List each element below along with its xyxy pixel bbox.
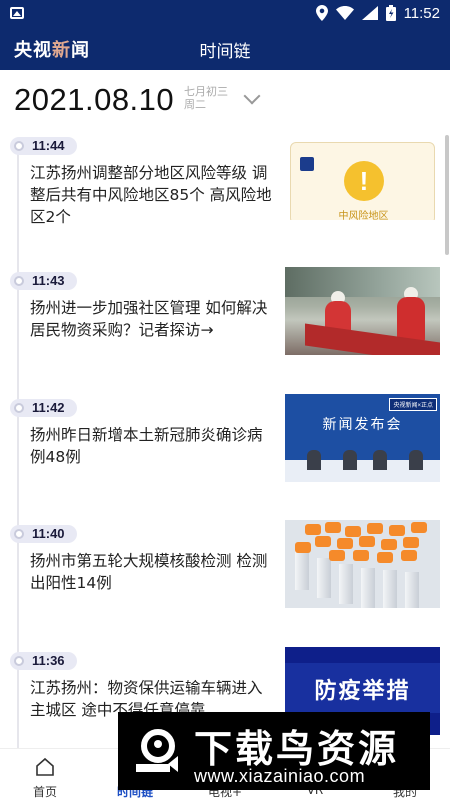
time-badge: 11:36 <box>10 652 77 670</box>
image-notification-icon <box>10 7 24 19</box>
timeline-item[interactable]: 11:42 扬州昨日新增本土新冠肺炎确诊病例48例 央视新闻×正点 新闻发布会 <box>0 394 450 520</box>
worker-figure <box>397 297 425 341</box>
news-thumbnail[interactable] <box>285 267 440 355</box>
timeline-dot <box>14 656 24 666</box>
watermark-title: 下载鸟资源 <box>194 727 400 771</box>
wifi-icon <box>335 6 354 20</box>
time-badge: 11:42 <box>10 399 77 417</box>
timeline-dot <box>14 141 24 151</box>
current-date: 2021.08.10 <box>14 82 175 117</box>
timeline-item[interactable]: 11:43 扬州进一步加强社区管理 如何解决居民物资采购？记者探访→ <box>0 267 450 393</box>
news-title[interactable]: 扬州昨日新增本土新冠肺炎确诊病例48例 <box>30 424 276 468</box>
timeline-dot <box>14 403 24 413</box>
timeline-item[interactable]: 11:44 江苏扬州调整部分地区风险等级 调整后共有中风险地区85个 高风险地区… <box>0 132 450 258</box>
risk-card: ! 中风险地区 <box>290 142 435 220</box>
status-time: 11:52 <box>403 4 440 22</box>
battery-icon <box>385 5 396 21</box>
signal-icon <box>361 6 378 20</box>
time-badge: 11:44 <box>10 137 77 155</box>
date-selector[interactable]: 2021.08.10 七月初三 周二 <box>14 80 444 120</box>
risk-label: 中风险地区 <box>338 211 389 220</box>
news-title[interactable]: 扬州市第五轮大规模核酸检测 检测出阳性14例 <box>30 550 276 594</box>
news-title[interactable]: 江苏扬州调整部分地区风险等级 调整后共有中风险地区85个 高风险地区2个 <box>30 162 276 228</box>
app-header: 央视新闻 时间链 <box>0 26 450 70</box>
status-bar: 11:52 <box>0 0 450 26</box>
timeline-dot <box>14 276 24 286</box>
thumbnail-headline: 新闻发布会 <box>322 417 403 433</box>
time-badge: 11:40 <box>10 525 77 543</box>
news-thumbnail[interactable] <box>285 520 440 608</box>
news-thumbnail[interactable]: ! 中风险地区 <box>285 132 440 220</box>
location-icon <box>315 5 328 21</box>
channel-logo: 央视新闻×正点 <box>389 398 437 411</box>
chevron-down-icon[interactable] <box>243 87 261 105</box>
tab-home[interactable]: 首页 <box>0 749 90 800</box>
warning-icon: ! <box>344 161 384 201</box>
page-title: 时间链 <box>199 42 251 62</box>
lunar-date: 七月初三 周二 <box>184 85 228 111</box>
thumbnail-headline: 防疫举措 <box>314 679 411 704</box>
bird-logo-icon <box>136 729 178 772</box>
time-badge: 11:43 <box>10 272 77 290</box>
news-title[interactable]: 扬州进一步加强社区管理 如何解决居民物资采购？记者探访→ <box>30 297 276 341</box>
home-icon <box>36 757 54 776</box>
timeline-item[interactable]: 11:40 扬州市第五轮大规模核酸检测 检测出阳性14例 <box>0 520 450 646</box>
watermark-url: www.xiazainiao.com <box>194 766 366 786</box>
timeline-dot <box>14 529 24 539</box>
watermark-banner: 下载鸟资源 www.xiazainiao.com <box>118 712 430 790</box>
cctv-badge-icon <box>300 157 314 171</box>
news-thumbnail[interactable]: 央视新闻×正点 新闻发布会 <box>285 394 440 482</box>
